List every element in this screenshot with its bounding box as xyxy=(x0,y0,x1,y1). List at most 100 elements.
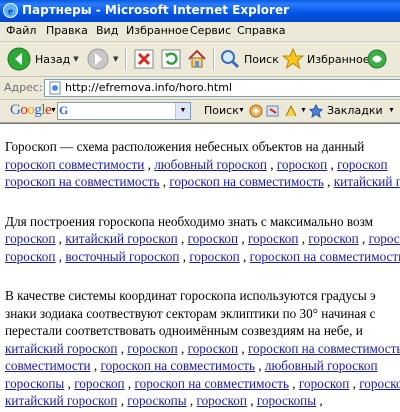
toolbar-separator xyxy=(213,48,215,70)
address-url: http://efremova.info/horo.html xyxy=(65,81,232,94)
bookmarks-dropdown-icon[interactable]: ▼ xyxy=(388,107,395,114)
google-logo-dropdown-icon[interactable]: ▼ xyxy=(50,107,57,114)
back-button[interactable]: Назад ▼ xyxy=(6,46,79,72)
keyword-link[interactable]: китайский гороскоп xyxy=(65,231,177,246)
keyword-link[interactable]: гороскоп xyxy=(188,341,238,356)
keyword-links-line: гороскопы , гороскоп , гороскоп на совме… xyxy=(5,375,400,393)
menu-favorites[interactable]: Избранное xyxy=(126,24,188,37)
google-pagerank-icon[interactable] xyxy=(266,103,282,119)
home-button[interactable] xyxy=(186,46,208,72)
keyword-link[interactable]: гороскоп xyxy=(308,231,358,246)
keyword-link[interactable]: любовный гороскоп xyxy=(154,157,267,172)
search-icon xyxy=(221,50,240,69)
menu-view[interactable]: Вид xyxy=(96,24,118,37)
forward-button[interactable]: ▼ xyxy=(86,46,118,72)
google-highlight-icon[interactable] xyxy=(283,103,299,119)
keyword-link[interactable]: гороскоп на совместимость xyxy=(100,358,254,373)
google-search-dropdown-icon[interactable]: ▼ xyxy=(238,107,245,114)
google-g-icon: G xyxy=(59,103,69,117)
window-title: Партнеры - Microsoft Internet Explorer xyxy=(22,3,289,17)
page-icon xyxy=(49,81,61,95)
paragraph-text: В качестве системы координат гороскопа и… xyxy=(5,288,376,303)
address-label: Адрес: xyxy=(4,81,43,94)
keyword-link[interactable]: гороскоп xyxy=(5,249,55,264)
back-dropdown-icon[interactable]: ▼ xyxy=(73,55,78,63)
favorites-button[interactable]: Избранное xyxy=(282,46,369,72)
keyword-link[interactable]: гороскоп xyxy=(189,249,239,264)
svg-text:e: e xyxy=(8,6,13,18)
bookmark-star-icon xyxy=(309,104,323,118)
menu-help[interactable]: Справка xyxy=(237,24,285,37)
keyword-link[interactable]: гороскоп xyxy=(277,157,327,172)
keyword-links-line: совместимости , гороскоп на совместимост… xyxy=(5,358,378,373)
google-search-input[interactable]: G ▼ xyxy=(57,102,191,120)
internet-explorer-icon: e xyxy=(3,3,18,18)
google-search-button[interactable]: Поиск xyxy=(204,104,239,117)
keyword-link[interactable]: гороскопы xyxy=(257,393,316,408)
back-label: Назад xyxy=(35,52,71,66)
paragraph-3: В качестве системы координат гороскопа и… xyxy=(5,287,400,410)
title-bar: e Партнеры - Microsoft Internet Explorer xyxy=(0,0,400,22)
keyword-link[interactable]: гороскоп xyxy=(5,231,55,246)
keyword-link[interactable]: гороскоп xyxy=(337,157,387,172)
keyword-link[interactable]: гороскоп xyxy=(74,376,124,391)
google-news-icon[interactable] xyxy=(248,103,264,119)
keyword-link[interactable]: гороскоп на совместимость xyxy=(135,376,289,391)
keyword-link[interactable]: гороскоп xyxy=(196,393,246,408)
favorites-star-icon xyxy=(282,48,304,70)
page-content: Гороскоп — схема расположения небесных о… xyxy=(0,123,400,412)
keyword-link[interactable]: китайский гороскоп xyxy=(5,393,117,408)
refresh-button[interactable] xyxy=(160,46,182,72)
keyword-link[interactable]: гороскопы xyxy=(5,376,64,391)
keyword-link[interactable]: гороскоп на совместимость xyxy=(5,174,159,189)
forward-dropdown-icon[interactable]: ▼ xyxy=(113,55,118,63)
toolbar-separator xyxy=(125,48,127,70)
home-icon xyxy=(188,49,206,68)
keyword-links-line: китайский гороскоп , гороскоп , гороскоп… xyxy=(5,340,400,358)
keyword-link[interactable]: любовный гороскоп xyxy=(265,358,378,373)
stop-button[interactable] xyxy=(133,46,155,72)
media-button[interactable] xyxy=(366,46,388,72)
keyword-link[interactable]: гороскоп xyxy=(359,376,400,391)
menu-tools[interactable]: Сервис xyxy=(190,24,231,37)
keyword-link[interactable]: гороскоп xyxy=(248,231,298,246)
bookmarks-button[interactable]: Закладки xyxy=(327,104,383,117)
refresh-icon xyxy=(161,49,181,69)
menu-edit[interactable]: Правка xyxy=(46,24,88,37)
paragraph-text: перестали соответствовать одноимённым со… xyxy=(5,323,363,338)
menu-bar: Файл Правка Вид Избранное Сервис Справка xyxy=(0,22,400,42)
google-logo[interactable]: Google xyxy=(10,102,52,119)
stop-icon xyxy=(134,49,154,69)
page-body: Гороскоп — схема расположения небесных о… xyxy=(5,138,400,412)
keyword-link[interactable]: гороскоп совместимости xyxy=(5,157,144,172)
keyword-link[interactable]: гороскоп xyxy=(369,231,400,246)
keyword-link[interactable]: гороскоп на совместимость xyxy=(250,249,400,264)
search-button[interactable]: Поиск xyxy=(219,46,279,72)
paragraph-2: Для построения гороскопа необходимо знат… xyxy=(5,213,400,266)
keyword-links-line: китайский гороскоп , гороскопы , гороско… xyxy=(5,393,323,408)
forward-arrow-icon xyxy=(87,48,109,70)
keyword-links-line: гороскоп , восточный гороскоп , гороскоп… xyxy=(5,248,400,266)
keyword-link[interactable]: гороскоп на совместимость xyxy=(248,341,400,356)
keyword-link[interactable]: гороскоп xyxy=(188,231,238,246)
keyword-links-line: гороскоп совместимости , любовный гороск… xyxy=(5,156,388,172)
google-options-dropdown-icon[interactable]: ▼ xyxy=(300,107,307,114)
keyword-links-line: гороскоп на совместимость , гороскоп на … xyxy=(5,173,400,191)
menu-file[interactable]: Файл xyxy=(6,24,36,37)
keyword-link[interactable]: гороскоп xyxy=(127,341,177,356)
paragraph-text: Для построения гороскопа необходимо знат… xyxy=(5,213,373,229)
search-label: Поиск xyxy=(244,52,279,66)
paragraph-text: знаки зодиака соотвествуют секторам экли… xyxy=(5,305,376,321)
google-search-dropdown-icon[interactable]: ▼ xyxy=(175,103,190,119)
address-field[interactable]: http://efremova.info/horo.html xyxy=(44,79,400,97)
keyword-link[interactable]: совместимости xyxy=(5,358,91,373)
keyword-link[interactable]: гороскоп на совместимость xyxy=(169,174,323,189)
back-arrow-icon xyxy=(7,47,31,71)
keyword-link[interactable]: гороскоп xyxy=(299,376,349,391)
paragraph-1: Гороскоп — схема расположения небесных о… xyxy=(5,138,400,191)
paragraph-text: Гороскоп — схема расположения небесных о… xyxy=(5,139,365,154)
keyword-link[interactable]: восточный гороскоп xyxy=(65,249,179,264)
keyword-link[interactable]: китайский гороскоп xyxy=(334,174,400,189)
keyword-link[interactable]: гороскопы xyxy=(127,393,186,408)
keyword-link[interactable]: китайский гороскоп xyxy=(5,341,117,356)
